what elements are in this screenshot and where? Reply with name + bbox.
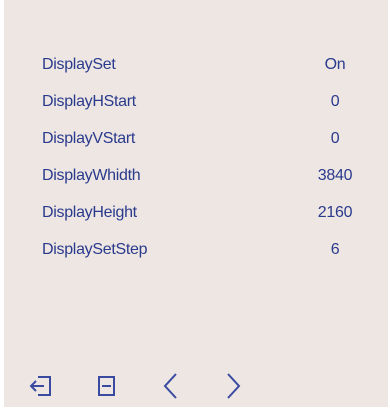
settings-list: DisplaySet On DisplayHStart 0 DisplayVSt… [4,51,388,273]
bottom-toolbar [4,366,388,406]
setting-value[interactable]: 6 [296,241,374,259]
setting-row-display-set-step[interactable]: DisplaySetStep 6 [4,236,388,273]
setting-row-display-vstart[interactable]: DisplayVStart 0 [4,125,388,162]
setting-row-display-hstart[interactable]: DisplayHStart 0 [4,88,388,125]
setting-row-display-width[interactable]: DisplayWhidth 3840 [4,162,388,199]
chevron-right-icon [222,371,244,401]
setting-value[interactable]: 0 [296,93,374,111]
exit-button[interactable] [26,370,56,402]
setting-label: DisplayHStart [42,93,136,110]
setting-label: DisplaySet [42,56,116,73]
menu-button[interactable] [91,370,121,402]
next-button[interactable] [218,370,248,402]
setting-label: DisplayHeight [42,204,137,221]
setting-value[interactable]: 3840 [296,167,374,185]
chevron-left-icon [160,371,182,401]
setting-label: DisplaySetStep [42,241,148,258]
setting-row-display-set[interactable]: DisplaySet On [4,51,388,88]
setting-value[interactable]: On [296,56,374,74]
setting-value[interactable]: 0 [296,130,374,148]
setting-row-display-height[interactable]: DisplayHeight 2160 [4,199,388,236]
setting-value[interactable]: 2160 [296,204,374,222]
setting-label: DisplayWhidth [42,167,141,184]
settings-panel: DisplaySet On DisplayHStart 0 DisplayVSt… [4,0,388,407]
previous-button[interactable] [156,370,186,402]
setting-label: DisplayVStart [42,130,136,147]
menu-icon [94,373,118,399]
exit-icon [28,373,54,399]
